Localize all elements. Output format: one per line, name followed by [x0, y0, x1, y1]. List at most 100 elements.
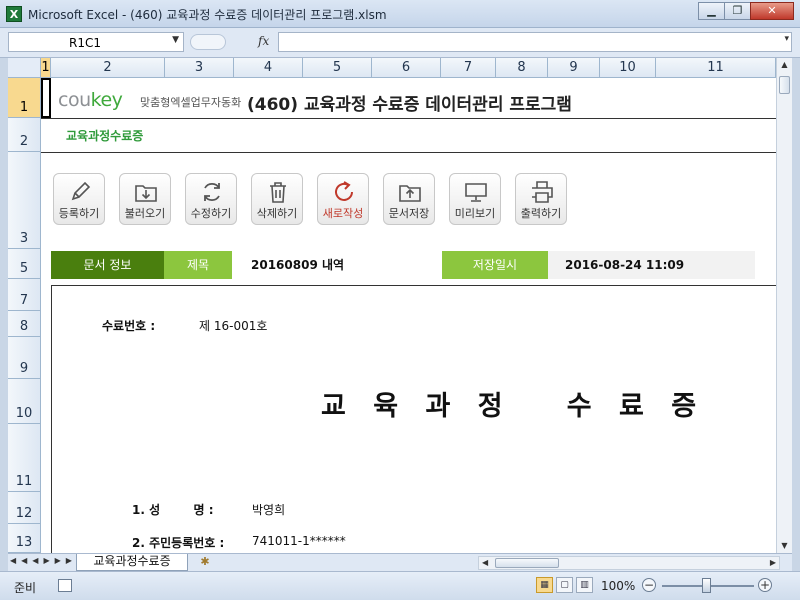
insert-sheet-icon[interactable]: ✱ — [194, 555, 216, 570]
restore-icon[interactable]: ❐ — [724, 2, 751, 20]
row-header[interactable]: 11 — [8, 424, 41, 492]
download-folder-icon — [135, 185, 157, 202]
column-header[interactable]: 8 — [496, 58, 548, 78]
new-button-label: 새로작성 — [322, 207, 364, 220]
column-header[interactable]: 7 — [441, 58, 496, 78]
register-button[interactable]: 등록하기 — [53, 173, 105, 225]
row-header[interactable]: 5 — [8, 249, 41, 279]
save-button-label: 문서저장 — [388, 207, 430, 220]
name-box[interactable]: R1C1 ▼ — [8, 32, 184, 52]
certificate-title: 교 육 과 정 수 료 증 — [321, 391, 706, 422]
cert-number-label: 수료번호 : — [102, 319, 156, 333]
formula-bar: R1C1 ▼ fx ▾ — [0, 28, 800, 58]
print-button[interactable]: 출력하기 — [515, 173, 567, 225]
zoom-out-icon[interactable]: − — [642, 578, 656, 592]
delete-button-label: 삭제하기 — [256, 207, 298, 220]
document-info-bar: 문서 정보 제목 20160809 내역 저장일시 2016-08-24 11:… — [51, 251, 755, 279]
row-header[interactable]: 13 — [8, 524, 41, 553]
horizontal-scrollbar[interactable]: ◀ ▶ — [478, 556, 780, 570]
close-icon[interactable]: ✕ — [750, 2, 794, 20]
program-title: (460) 교육과정 수료증 데이터관리 프로그램 — [247, 95, 572, 115]
vertical-scroll-thumb[interactable] — [779, 76, 790, 94]
active-cell[interactable] — [41, 78, 51, 118]
page-break-view-icon[interactable]: ▥ — [576, 577, 593, 593]
load-button-label: 불러오기 — [124, 207, 166, 220]
chevron-down-icon[interactable]: ▼ — [172, 35, 179, 45]
column-header[interactable]: 5 — [303, 58, 372, 78]
macro-record-icon[interactable] — [58, 579, 72, 592]
row-header[interactable]: 12 — [8, 492, 41, 524]
normal-view-icon[interactable]: ▦ — [536, 577, 553, 593]
name-value[interactable]: 박영희 — [252, 501, 285, 518]
column-header[interactable]: 4 — [234, 58, 303, 78]
expand-formula-icon[interactable]: ▾ — [784, 34, 789, 44]
resident-number-value[interactable]: 741011-1****** — [252, 534, 346, 548]
saved-at-label: 저장일시 — [442, 251, 548, 279]
row-header[interactable]: 9 — [8, 337, 41, 379]
column-header[interactable]: 10 — [600, 58, 656, 78]
divider — [41, 152, 776, 153]
doc-info-label: 문서 정보 — [51, 251, 164, 279]
column-header[interactable]: 11 — [656, 58, 776, 78]
logo-tagline: 맞춤형엑셀업무자동화 — [140, 96, 242, 109]
column-header[interactable]: 6 — [372, 58, 441, 78]
status-bar: 준비 ▦ ▢ ▥ 100% − + — [0, 571, 800, 600]
column-header[interactable]: 9 — [548, 58, 600, 78]
window-controls: ▁ ❐ ✕ — [698, 2, 794, 20]
saved-at-value[interactable]: 2016-08-24 11:09 — [548, 251, 755, 279]
scroll-left-icon[interactable]: ◀ — [482, 557, 488, 569]
sheet-area[interactable]: coukey 맞춤형엑셀업무자동화 (460) 교육과정 수료증 데이터관리 프… — [41, 78, 776, 553]
load-button[interactable]: 불러오기 — [119, 173, 171, 225]
vertical-scrollbar[interactable]: ▲ ▼ — [776, 58, 792, 553]
formula-input[interactable]: ▾ — [278, 32, 792, 52]
zoom-in-icon[interactable]: + — [758, 578, 772, 592]
horizontal-scroll-thumb[interactable] — [495, 558, 559, 568]
row-header[interactable]: 1 — [8, 78, 41, 118]
name-label: 1. 성 명 : — [132, 503, 214, 517]
title-bar: X Microsoft Excel - (460) 교육과정 수료증 데이터관리… — [0, 0, 800, 28]
scroll-up-icon[interactable]: ▲ — [777, 58, 792, 72]
fx-icon[interactable]: fx — [258, 34, 269, 48]
preview-button-label: 미리보기 — [454, 207, 496, 220]
excel-icon[interactable]: X — [6, 6, 22, 22]
title-label: 제목 — [164, 251, 232, 279]
minimize-icon[interactable]: ▁ — [698, 2, 725, 20]
tab-navigation-icons[interactable]: ◀◀◀▶▶▶ — [10, 556, 77, 565]
edit-button-label: 수정하기 — [190, 207, 232, 220]
pencil-icon — [71, 181, 91, 201]
register-button-label: 등록하기 — [58, 207, 100, 220]
resident-number-label: 2. 주민등록번호 : — [132, 536, 225, 550]
scroll-down-icon[interactable]: ▼ — [777, 539, 792, 553]
divider — [41, 118, 776, 119]
formula-controls: fx — [186, 32, 276, 52]
trash-icon — [270, 182, 286, 203]
new-button[interactable]: 새로작성 — [317, 173, 369, 225]
row-header[interactable]: 8 — [8, 311, 41, 337]
window-title: Microsoft Excel - (460) 교육과정 수료증 데이터관리 프… — [28, 8, 387, 22]
title-value[interactable]: 20160809 내역 — [232, 251, 442, 279]
zoom-level[interactable]: 100% — [601, 579, 635, 593]
scroll-right-icon[interactable]: ▶ — [770, 557, 776, 569]
sheet-tab[interactable]: 교육과정수료증 — [76, 554, 188, 571]
delete-button[interactable]: 삭제하기 — [251, 173, 303, 225]
formula-toggle[interactable] — [190, 34, 226, 50]
column-header[interactable]: 2 — [51, 58, 165, 78]
column-header[interactable]: 3 — [165, 58, 234, 78]
row-header[interactable]: 10 — [8, 379, 41, 424]
page-layout-view-icon[interactable]: ▢ — [556, 577, 573, 593]
edit-button[interactable]: 수정하기 — [185, 173, 237, 225]
row-header[interactable]: 2 — [8, 118, 41, 152]
column-header[interactable]: 1 — [41, 58, 51, 78]
cert-number-value[interactable]: 제 16-001호 — [199, 317, 267, 334]
preview-button[interactable]: 미리보기 — [449, 173, 501, 225]
row-header[interactable]: 3 — [8, 152, 41, 249]
save-button[interactable]: 문서저장 — [383, 173, 435, 225]
row-header[interactable]: 7 — [8, 279, 41, 311]
zoom-slider-thumb[interactable] — [702, 578, 711, 593]
coukey-logo: coukey — [58, 89, 123, 111]
logo-main: cou — [58, 89, 91, 111]
name-box-value: R1C1 — [69, 36, 101, 50]
upload-folder-icon — [399, 185, 421, 202]
select-all-corner[interactable] — [8, 58, 41, 78]
print-button-label: 출력하기 — [520, 207, 562, 220]
